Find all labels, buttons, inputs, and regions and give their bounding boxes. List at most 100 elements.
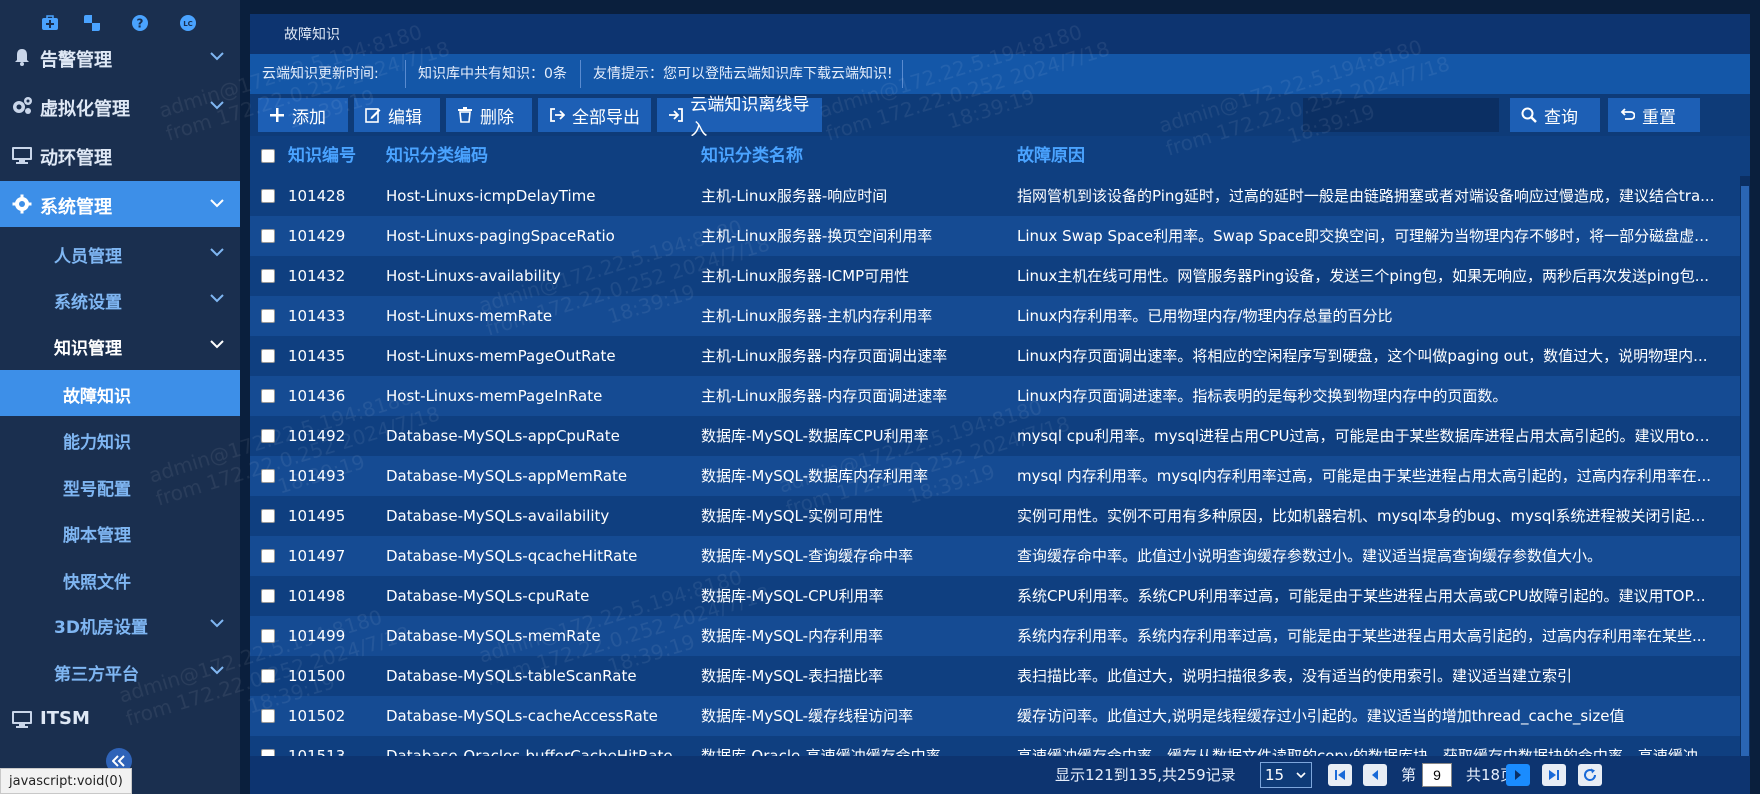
table-row[interactable]: 101493 Database-MySQLs-appMemRate 数据库-MySQ… xyxy=(250,456,1740,496)
row-checkbox[interactable] xyxy=(261,349,275,363)
query-button[interactable]: 查询 xyxy=(1510,98,1600,132)
row-checkbox[interactable] xyxy=(261,509,275,523)
first-page-icon xyxy=(1335,770,1345,780)
add-button[interactable]: 添加 xyxy=(258,98,348,132)
sidebar-item-fault-knowledge[interactable]: 故障知识 xyxy=(0,370,240,416)
table-row[interactable]: 101432 Host-Linuxs-availability 主机-Linux服务… xyxy=(250,256,1740,296)
chevron-down-icon xyxy=(210,619,224,628)
cell-cause: 表扫描比率。此值过大，说明扫描很多表，没有适当的使用索引。建议适当建立索引 xyxy=(1017,667,1573,685)
query-button-label: 查询 xyxy=(1544,107,1578,128)
cell-name: 主机-Linux服务器-内存页面调出速率 xyxy=(701,347,948,365)
row-checkbox[interactable] xyxy=(261,549,275,563)
medkit-icon[interactable] xyxy=(40,13,60,33)
table-row[interactable]: 101436 Host-Linuxs-memPageInRate 主机-Linux服… xyxy=(250,376,1740,416)
sidebar-item-label: 能力知识 xyxy=(63,433,131,453)
menu-virtualization[interactable]: 虚拟化管理 xyxy=(0,83,240,129)
header-id[interactable]: 知识编号 xyxy=(288,136,378,176)
row-checkbox[interactable] xyxy=(261,709,275,723)
sidebar-item-personnel[interactable]: 人员管理 xyxy=(0,230,240,276)
gears-icon xyxy=(10,95,34,117)
row-checkbox[interactable] xyxy=(261,389,275,403)
svg-text:?: ? xyxy=(137,17,144,31)
row-checkbox[interactable] xyxy=(261,589,275,603)
last-page-button[interactable] xyxy=(1542,764,1566,786)
undo-icon xyxy=(1618,106,1636,124)
cell-cause: 高速缓冲缓存命中率。缓存从数据文件读取的copy的数据库块，获取缓存中数据块的命… xyxy=(1017,747,1713,756)
cell-code: Database-MySQLs-appMemRate xyxy=(386,467,628,485)
cell-code: Host-Linuxs-memPageInRate xyxy=(386,387,603,405)
row-checkbox[interactable] xyxy=(261,749,275,756)
prev-page-button[interactable] xyxy=(1363,764,1387,786)
scrollbar-thumb[interactable] xyxy=(1741,186,1749,756)
import-icon xyxy=(667,106,684,124)
table-row[interactable]: 101495 Database-MySQLs-availability 数据库-My… xyxy=(250,496,1740,536)
add-button-label: 添加 xyxy=(292,107,326,128)
table-row[interactable]: 101429 Host-Linuxs-pagingSpaceRatio 主机-Lin… xyxy=(250,216,1740,256)
cell-code: Database-MySQLs-appCpuRate xyxy=(386,427,620,445)
table-row[interactable]: 101497 Database-MySQLs-qcacheHitRate 数据库-M… xyxy=(250,536,1740,576)
export-all-button[interactable]: 全部导出 xyxy=(538,98,651,132)
edit-button[interactable]: 编辑 xyxy=(354,98,440,132)
table-header: 知识编号 知识分类编码 知识分类名称 故障原因 xyxy=(250,136,1750,176)
header-cause[interactable]: 故障原因 xyxy=(1017,136,1715,176)
page-number-input[interactable] xyxy=(1422,763,1452,787)
menu-system[interactable]: 系统管理 xyxy=(0,181,240,227)
header-name[interactable]: 知识分类名称 xyxy=(701,136,1001,176)
search-input[interactable] xyxy=(1303,98,1499,132)
delete-button[interactable]: 删除 xyxy=(446,98,532,132)
row-checkbox[interactable] xyxy=(261,229,275,243)
refresh-button[interactable] xyxy=(1578,764,1602,786)
row-checkbox[interactable] xyxy=(261,429,275,443)
cell-code: Database-MySQLs-availability xyxy=(386,507,610,525)
sidebar-item-script-manage[interactable]: 脚本管理 xyxy=(0,509,240,555)
first-page-button[interactable] xyxy=(1328,764,1352,786)
double-chevron-left-icon xyxy=(112,755,125,767)
menu-power-env[interactable]: 动环管理 xyxy=(0,132,240,178)
table-row[interactable]: 101513 Database-Oracles-bufferCacheHitRat… xyxy=(250,736,1740,756)
sidebar-item-3d-room[interactable]: 3D机房设置 xyxy=(0,601,240,647)
select-all-checkbox[interactable] xyxy=(261,149,275,163)
table-row[interactable]: 101499 Database-MySQLs-memRate 数据库-MySQL-内… xyxy=(250,616,1740,656)
table-row[interactable]: 101435 Host-Linuxs-memPageOutRate 主机-Linux… xyxy=(250,336,1740,376)
cell-cause: Linux Swap Space利用率。Swap Space即交换空间，可理解为… xyxy=(1017,227,1715,245)
table-row[interactable]: 101492 Database-MySQLs-appCpuRate 数据库-MySQ… xyxy=(250,416,1740,456)
menu-alarm[interactable]: 告警管理 xyxy=(0,34,240,80)
next-page-button[interactable] xyxy=(1506,764,1530,786)
sidebar-item-capability-knowledge[interactable]: 能力知识 xyxy=(0,416,240,462)
last-page-icon xyxy=(1549,770,1559,780)
sidebar-item-model-config[interactable]: 型号配置 xyxy=(0,463,240,509)
lc-icon[interactable]: LC xyxy=(178,13,198,33)
menu-itsm[interactable]: ITSM xyxy=(0,696,240,742)
row-checkbox[interactable] xyxy=(261,269,275,283)
table-scrollbar[interactable] xyxy=(1740,176,1750,756)
sidebar-item-knowledge[interactable]: 知识管理 xyxy=(0,322,240,368)
row-checkbox[interactable] xyxy=(261,669,275,683)
chevron-down-icon xyxy=(210,340,224,349)
row-checkbox[interactable] xyxy=(261,629,275,643)
row-checkbox[interactable] xyxy=(261,189,275,203)
sidebar-item-snapshot-files[interactable]: 快照文件 xyxy=(0,556,240,602)
grid-icon[interactable] xyxy=(82,13,102,33)
reset-button-label: 重置 xyxy=(1642,107,1676,128)
table-row[interactable]: 101498 Database-MySQLs-cpuRate 数据库-MySQL-C… xyxy=(250,576,1740,616)
row-checkbox[interactable] xyxy=(261,469,275,483)
table-row[interactable]: 101428 Host-Linuxs-icmpDelayTime 主机-Linux服… xyxy=(250,176,1740,216)
reset-button[interactable]: 重置 xyxy=(1608,98,1700,132)
cell-code: Host-Linuxs-memPageOutRate xyxy=(386,347,616,365)
row-checkbox[interactable] xyxy=(261,309,275,323)
sidebar-item-settings[interactable]: 系统设置 xyxy=(0,276,240,322)
table-row[interactable]: 101433 Host-Linuxs-memRate 主机-Linux服务器-主机内… xyxy=(250,296,1740,336)
svg-text:LC: LC xyxy=(183,20,193,28)
cell-code: Database-MySQLs-cpuRate xyxy=(386,587,590,605)
table-row[interactable]: 101500 Database-MySQLs-tableScanRate 数据库-M… xyxy=(250,656,1740,696)
chevron-down-icon xyxy=(210,666,224,675)
cloud-offline-import-button[interactable]: 云端知识离线导入 xyxy=(657,95,822,140)
cell-cause: mysql 内存利用率。mysql内存利用率过高，可能是由于某些进程占用太高引起… xyxy=(1017,467,1712,485)
table-row[interactable]: 101502 Database-MySQLs-cacheAccessRate 数据库… xyxy=(250,696,1740,736)
header-code[interactable]: 知识分类编码 xyxy=(386,136,686,176)
page-size-select[interactable]: 15 xyxy=(1260,762,1312,788)
cell-id: 101497 xyxy=(288,547,346,565)
tab-fault-knowledge[interactable]: 故障知识 xyxy=(284,24,340,44)
sidebar-item-third-party[interactable]: 第三方平台 xyxy=(0,648,240,694)
help-icon[interactable]: ? xyxy=(130,13,150,33)
